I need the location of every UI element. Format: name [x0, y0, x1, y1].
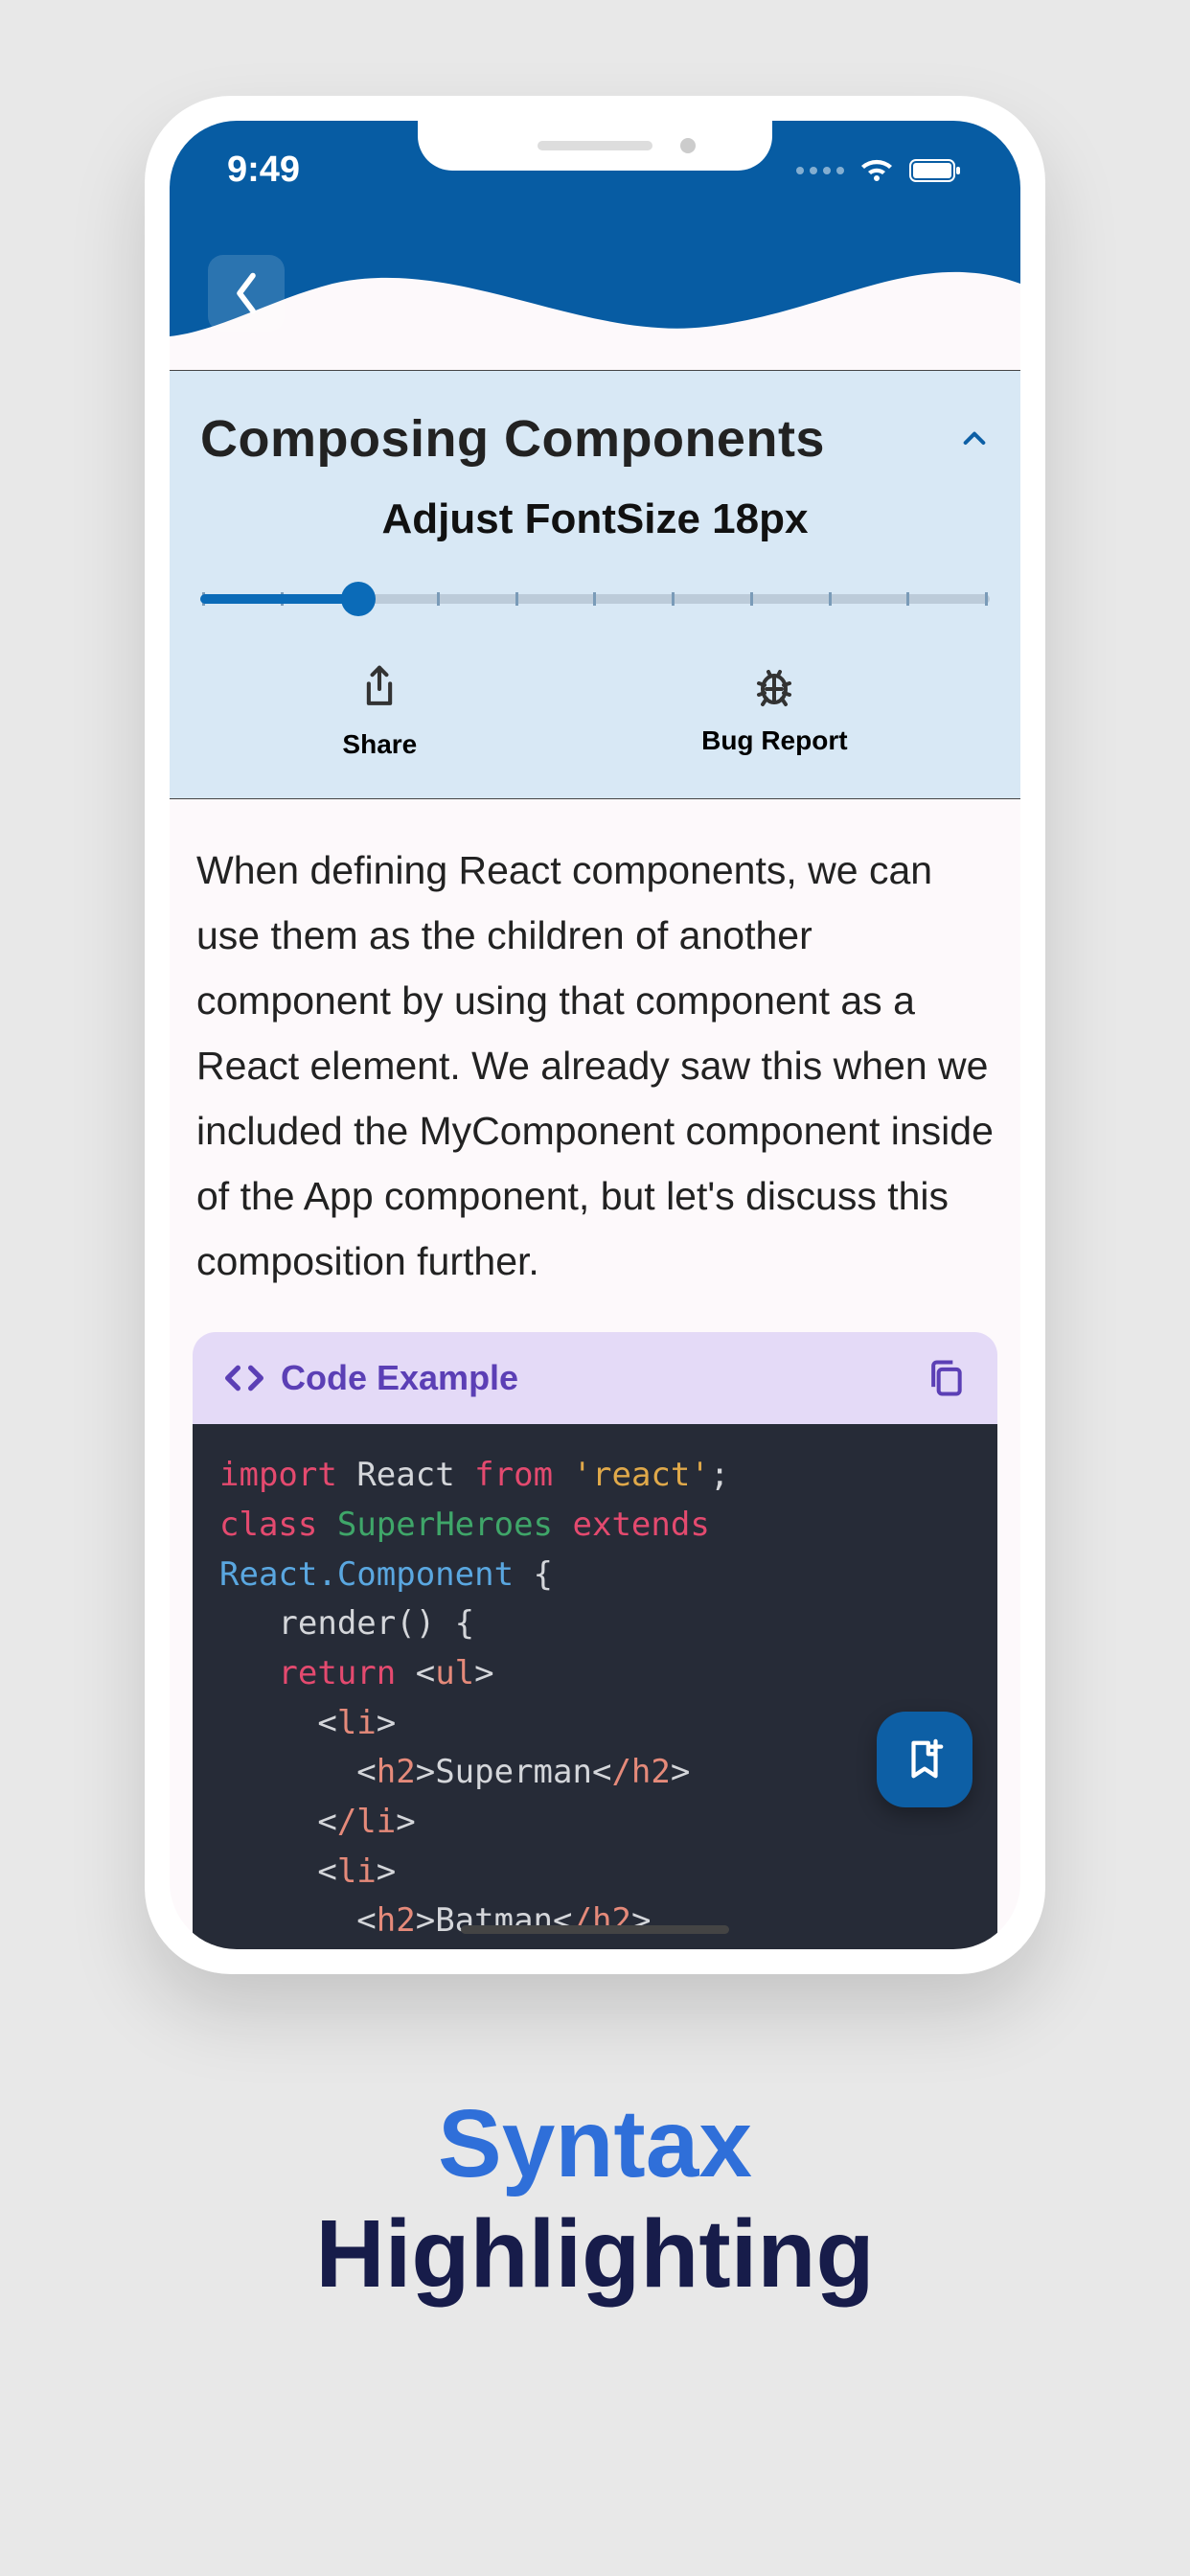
- tok: h2: [377, 1901, 416, 1940]
- copy-icon[interactable]: [925, 1357, 967, 1399]
- chevron-left-icon: [232, 271, 261, 315]
- notch: [418, 121, 772, 171]
- code-icon: [223, 1363, 265, 1393]
- code-body: import React from 'react'; class SuperHe…: [193, 1424, 997, 1949]
- share-button[interactable]: Share: [342, 664, 417, 760]
- fontsize-label: Adjust FontSize 18px: [200, 495, 990, 543]
- tok: h2: [377, 1753, 416, 1791]
- tok: from: [474, 1456, 553, 1494]
- marketing-caption: Syntax Highlighting: [315, 2089, 874, 2310]
- share-icon: [356, 664, 402, 714]
- article-body: When defining React components, we can u…: [170, 799, 1020, 1332]
- battery-icon: [909, 157, 963, 184]
- cellular-icon: [796, 167, 844, 174]
- panel-header: Composing Components: [200, 409, 990, 469]
- bookmark-add-icon: [903, 1737, 947, 1782]
- page-title: Composing Components: [200, 409, 825, 469]
- wifi-icon: [858, 156, 896, 185]
- tok: import: [219, 1456, 337, 1494]
- tok: React.Component: [219, 1555, 514, 1594]
- bookmark-fab[interactable]: [877, 1712, 973, 1807]
- code-header-left: Code Example: [223, 1358, 518, 1398]
- tok: /h2: [611, 1753, 670, 1791]
- back-button[interactable]: [208, 255, 285, 332]
- phone-screen: 9:49 Composing Components Adjust FontSiz…: [170, 121, 1020, 1949]
- tok: React: [356, 1456, 454, 1494]
- phone-frame: 9:49 Composing Components Adjust FontSiz…: [145, 96, 1045, 1974]
- fontsize-slider[interactable]: [200, 582, 990, 616]
- tok: return: [278, 1654, 396, 1692]
- status-icons: [796, 156, 963, 185]
- tok: ul: [435, 1654, 474, 1692]
- marketing-line2: Highlighting: [315, 2199, 874, 2310]
- settings-panel: Composing Components Adjust FontSize 18p…: [170, 370, 1020, 799]
- tok: li: [337, 1704, 377, 1742]
- tok: Batman: [435, 1901, 553, 1940]
- code-example-card: Code Example import React from 'react'; …: [193, 1332, 997, 1949]
- panel-actions: Share Bug Report: [200, 664, 990, 760]
- bug-icon: [751, 664, 797, 710]
- tok: render() {: [278, 1604, 474, 1643]
- tok: extends: [573, 1506, 710, 1544]
- tok: SuperHeroes: [337, 1506, 553, 1544]
- tok: /h2: [573, 1901, 631, 1940]
- status-time: 9:49: [227, 150, 300, 191]
- share-label: Share: [342, 729, 417, 760]
- slider-thumb[interactable]: [341, 582, 376, 616]
- tok: /li: [337, 1803, 396, 1841]
- home-indicator[interactable]: [461, 1925, 729, 1934]
- bug-label: Bug Report: [701, 725, 847, 756]
- code-header: Code Example: [193, 1332, 997, 1424]
- tok: Superman: [435, 1753, 592, 1791]
- tok: 'react': [573, 1456, 710, 1494]
- marketing-line1: Syntax: [315, 2089, 874, 2199]
- tok: li: [337, 1852, 377, 1891]
- bug-report-button[interactable]: Bug Report: [701, 664, 847, 760]
- tok: class: [219, 1506, 317, 1544]
- code-header-title: Code Example: [281, 1358, 518, 1398]
- chevron-up-icon[interactable]: [959, 424, 990, 454]
- slider-fill: [200, 594, 358, 604]
